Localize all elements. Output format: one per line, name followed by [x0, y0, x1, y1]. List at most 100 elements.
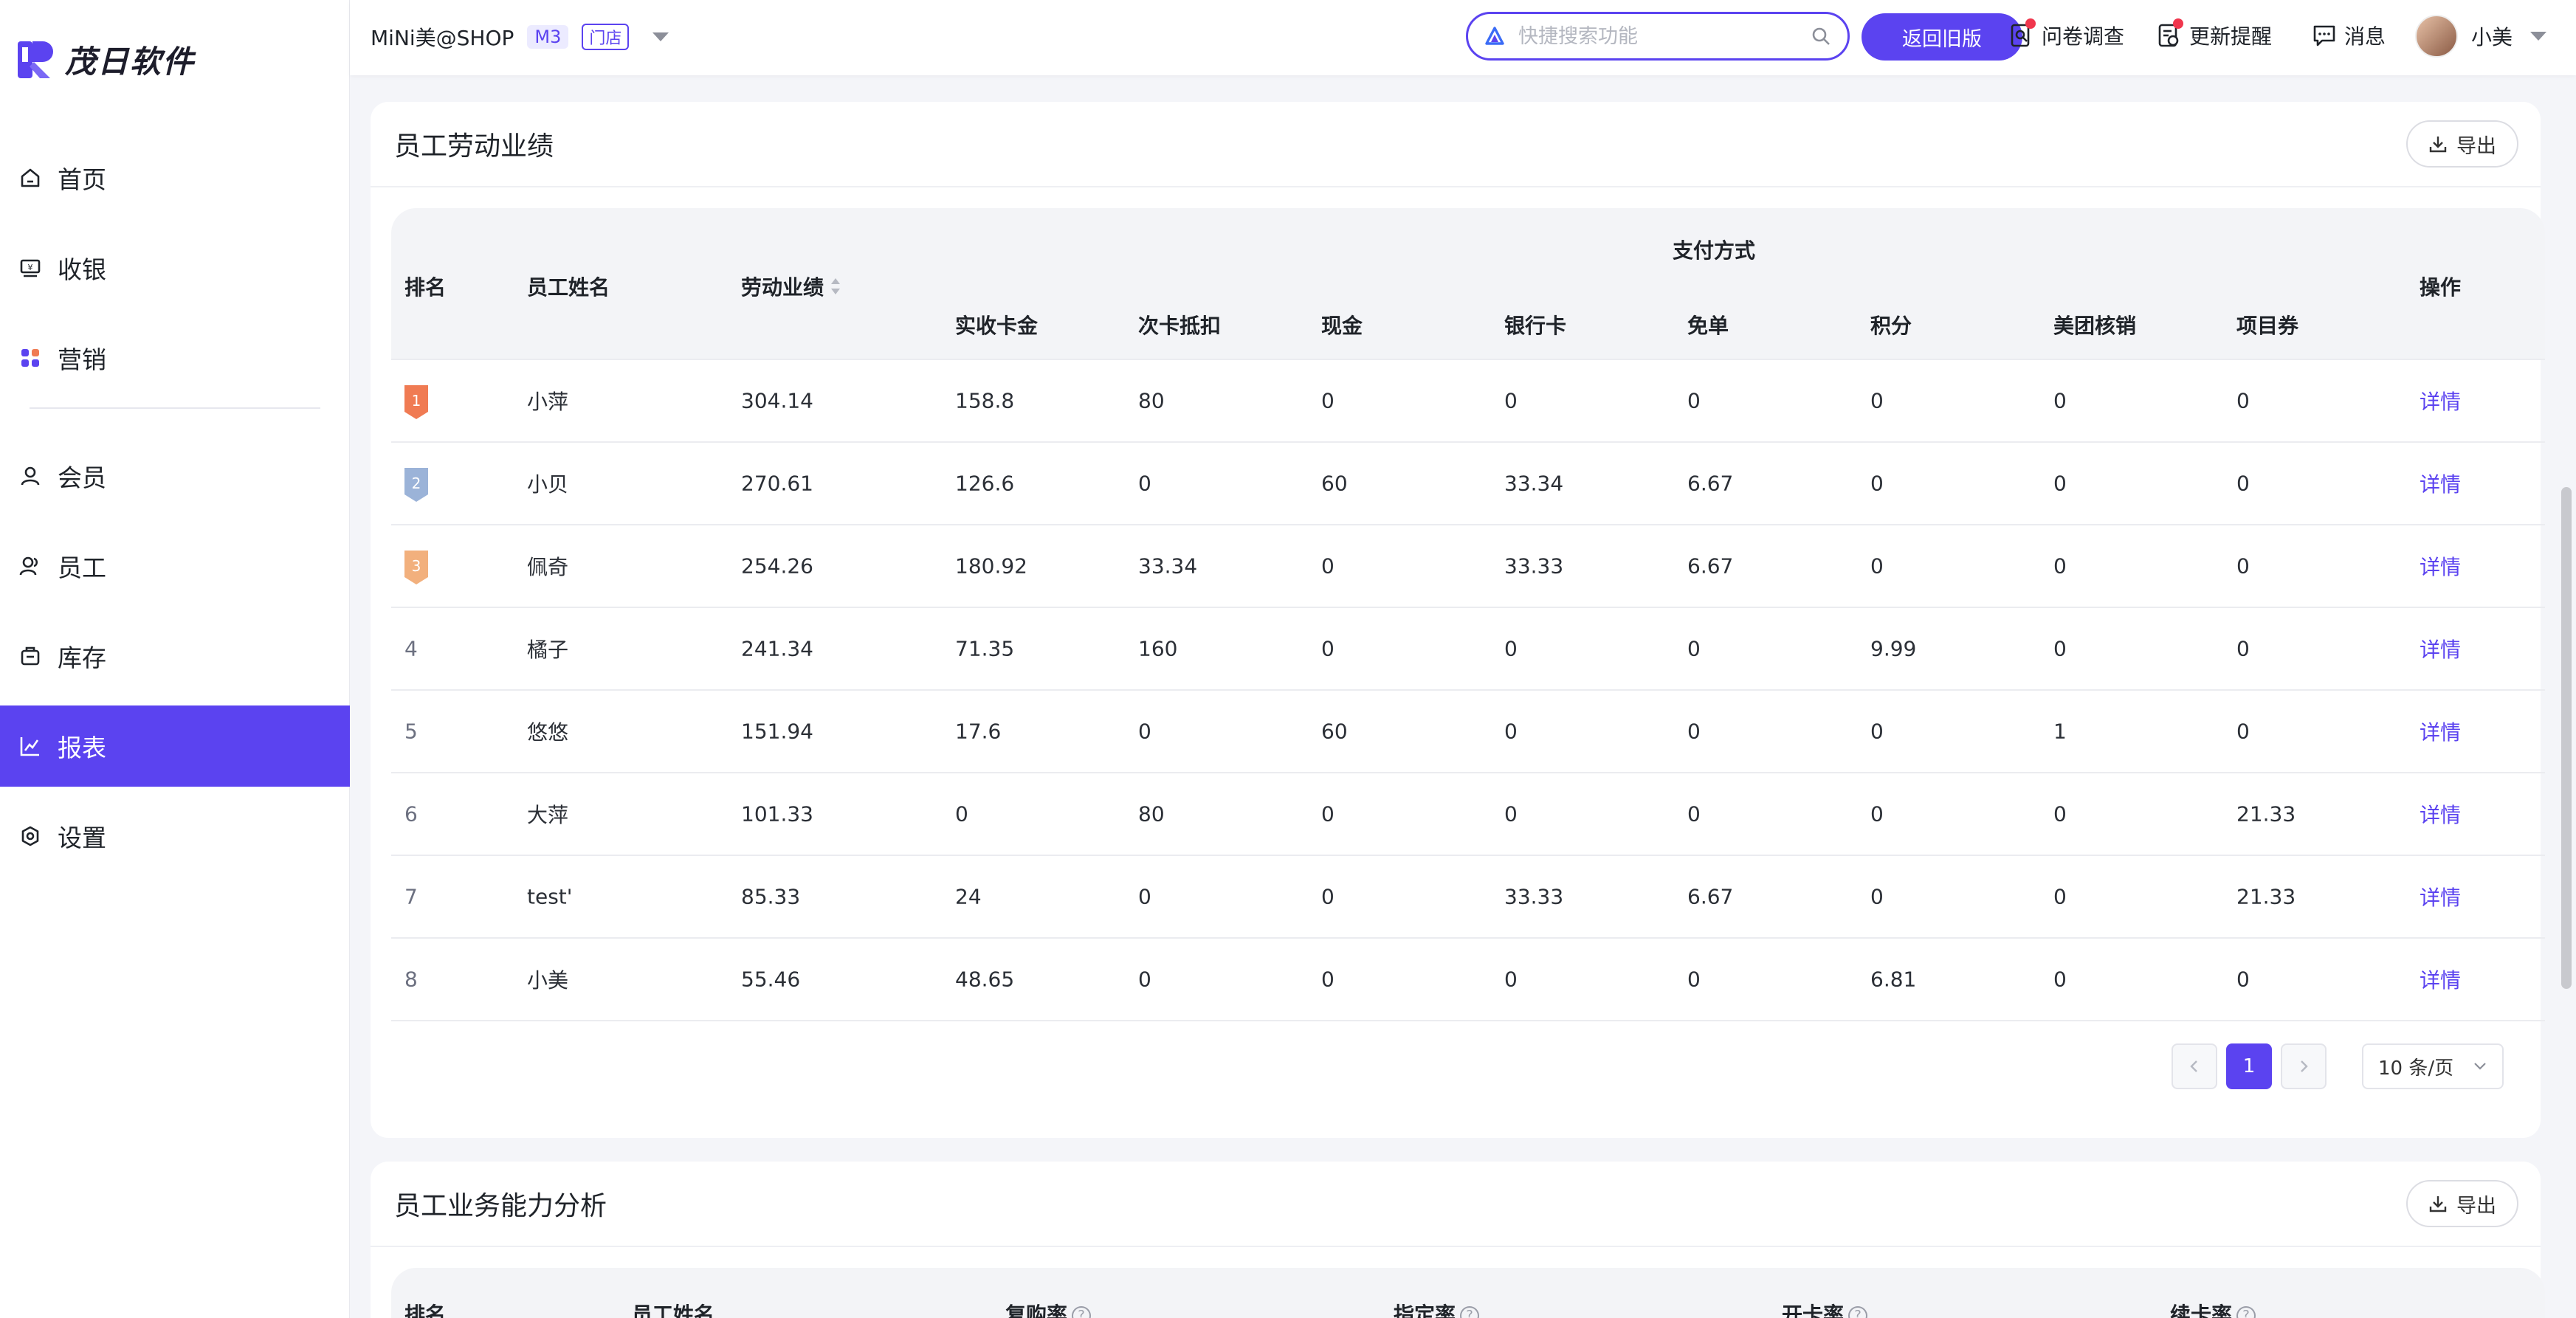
sidebar-item-cashier[interactable]: ¥ 收银 — [0, 227, 350, 308]
messages-link[interactable]: 消息 — [2312, 21, 2386, 50]
next-page-button[interactable] — [2281, 1043, 2327, 1089]
rank-number: 6 — [404, 801, 418, 827]
sort-icon[interactable] — [830, 276, 841, 297]
update-reminder-link[interactable]: 更新提醒 — [2157, 18, 2273, 50]
detail-link[interactable]: 详情 — [2420, 882, 2461, 911]
help-icon[interactable]: ? — [1848, 1306, 1868, 1318]
cell-free: 6.67 — [1687, 553, 1734, 579]
cell-points: 0 — [1870, 388, 1884, 413]
cell-meituan: 0 — [2053, 967, 2067, 992]
cell-times: 80 — [1138, 801, 1165, 827]
detail-link[interactable]: 详情 — [2420, 634, 2461, 663]
col-repurchase-label: 复购率 — [1005, 1303, 1068, 1318]
cell-free: 6.67 — [1687, 471, 1734, 496]
detail-link[interactable]: 详情 — [2420, 799, 2461, 829]
help-icon[interactable]: ? — [1460, 1306, 1480, 1318]
cell-bank: 0 — [1504, 388, 1518, 413]
survey-link[interactable]: 问卷调查 — [2009, 18, 2124, 50]
detail-link[interactable]: 详情 — [2420, 965, 2461, 994]
cell-free: 6.67 — [1687, 884, 1734, 909]
col-open-card: 开卡率? — [1782, 1299, 1868, 1318]
cell-card: 180.92 — [955, 553, 1027, 579]
sidebar-item-home[interactable]: 首页 — [0, 137, 350, 218]
cell-card: 71.35 — [955, 636, 1015, 661]
help-icon[interactable]: ? — [2236, 1306, 2256, 1318]
cell-cash: 0 — [1321, 553, 1335, 579]
cell-cash: 0 — [1321, 636, 1335, 661]
cell-meituan: 0 — [2053, 471, 2067, 496]
brand-logo[interactable]: 茂日软件 — [16, 37, 195, 82]
cell-cash: 60 — [1321, 719, 1348, 744]
export-label: 导出 — [2456, 1194, 2496, 1217]
page-1-button[interactable]: 1 — [2226, 1043, 2272, 1089]
table-header: 排名 员工姓名 劳动业绩 支付方式 实收卡金 次卡抵扣 现金 银行卡 免单 积分… — [391, 208, 2545, 360]
cell-name: 佩奇 — [527, 555, 569, 579]
cell-meituan: 0 — [2053, 636, 2067, 661]
cell-bank: 33.33 — [1504, 553, 1564, 579]
page-scrollbar[interactable] — [2561, 487, 2572, 989]
export-button[interactable]: 导出 — [2406, 120, 2518, 168]
export-label: 导出 — [2456, 134, 2496, 157]
cell-voucher: 0 — [2236, 967, 2250, 992]
search-input[interactable] — [1518, 24, 1797, 48]
cell-cash: 0 — [1321, 884, 1335, 909]
labor-performance-card: 员工劳动业绩 导出 排名 员工姓名 劳动业绩 支付方式 实收卡金 次卡抵扣 现金… — [371, 102, 2545, 1138]
notification-dot — [2025, 18, 2036, 29]
cell-name: 小美 — [527, 968, 569, 993]
export-button[interactable]: 导出 — [2406, 1180, 2518, 1227]
chevron-right-icon — [2301, 1060, 2308, 1072]
cell-points: 0 — [1870, 719, 1884, 744]
sidebar-item-report[interactable]: 报表 — [0, 705, 350, 787]
rank-number: 1 — [412, 392, 421, 410]
plan-badge: M3 — [527, 25, 569, 49]
cell-points: 6.81 — [1870, 967, 1917, 992]
back-old-version-button[interactable]: 返回旧版 — [1862, 13, 2022, 61]
sidebar-item-marketing[interactable]: 营销 — [0, 317, 350, 398]
staff-icon — [19, 555, 41, 577]
chevron-down-icon[interactable] — [652, 32, 669, 41]
cell-labor: 304.14 — [741, 388, 813, 413]
cell-free: 0 — [1687, 719, 1701, 744]
cell-times: 80 — [1138, 388, 1165, 413]
rank-badge-icon: 3 — [404, 551, 428, 584]
table-row: 1 小萍 304.14 158.8 80 0 0 0 0 0 0 详情 — [391, 360, 2545, 443]
cell-voucher: 0 — [2236, 388, 2250, 413]
col-cash: 现金 — [1321, 314, 1363, 338]
user-menu[interactable]: 小美 — [2415, 15, 2547, 58]
cell-times: 0 — [1138, 471, 1151, 496]
sidebar-item-settings[interactable]: 设置 — [0, 796, 350, 877]
sidebar-item-label: 库存 — [58, 644, 106, 672]
cell-points: 0 — [1870, 471, 1884, 496]
cell-cash: 60 — [1321, 471, 1348, 496]
cell-times: 0 — [1138, 967, 1151, 992]
user-name: 小美 — [2471, 25, 2513, 49]
shop-switcher[interactable]: MiNi美@SHOP M3 门店 — [371, 22, 669, 52]
main-nav: 首页 ¥ 收银 营销 会员 员工 库存 报表 设置 — [0, 137, 350, 886]
prev-page-button[interactable] — [2172, 1043, 2217, 1089]
cell-meituan: 1 — [2053, 719, 2067, 744]
detail-link[interactable]: 详情 — [2420, 386, 2461, 415]
cell-free: 0 — [1687, 388, 1701, 413]
search-box[interactable] — [1466, 12, 1850, 61]
cell-meituan: 0 — [2053, 801, 2067, 827]
help-icon[interactable]: ? — [1072, 1306, 1092, 1318]
cell-bank: 33.33 — [1504, 884, 1564, 909]
page-size-select[interactable]: 10 条/页 — [2362, 1043, 2504, 1089]
cell-cash: 0 — [1321, 388, 1335, 413]
detail-link[interactable]: 详情 — [2420, 551, 2461, 581]
sidebar-item-inventory[interactable]: 库存 — [0, 615, 350, 697]
cell-name: test' — [527, 884, 573, 909]
col-labor[interactable]: 劳动业绩 — [741, 272, 841, 301]
detail-link[interactable]: 详情 — [2420, 717, 2461, 746]
update-label: 更新提醒 — [2189, 24, 2273, 49]
avatar — [2415, 15, 2458, 58]
search-icon[interactable] — [1811, 26, 1831, 46]
col-payment-group: 支付方式 — [1673, 238, 1756, 263]
svg-text:¥: ¥ — [28, 263, 33, 272]
sidebar-item-member[interactable]: 会员 — [0, 435, 350, 517]
cashier-icon: ¥ — [19, 257, 41, 279]
col-voucher: 项目券 — [2236, 314, 2299, 338]
rank-badge-icon: 1 — [404, 385, 428, 419]
detail-link[interactable]: 详情 — [2420, 469, 2461, 498]
sidebar-item-staff[interactable]: 员工 — [0, 525, 350, 607]
